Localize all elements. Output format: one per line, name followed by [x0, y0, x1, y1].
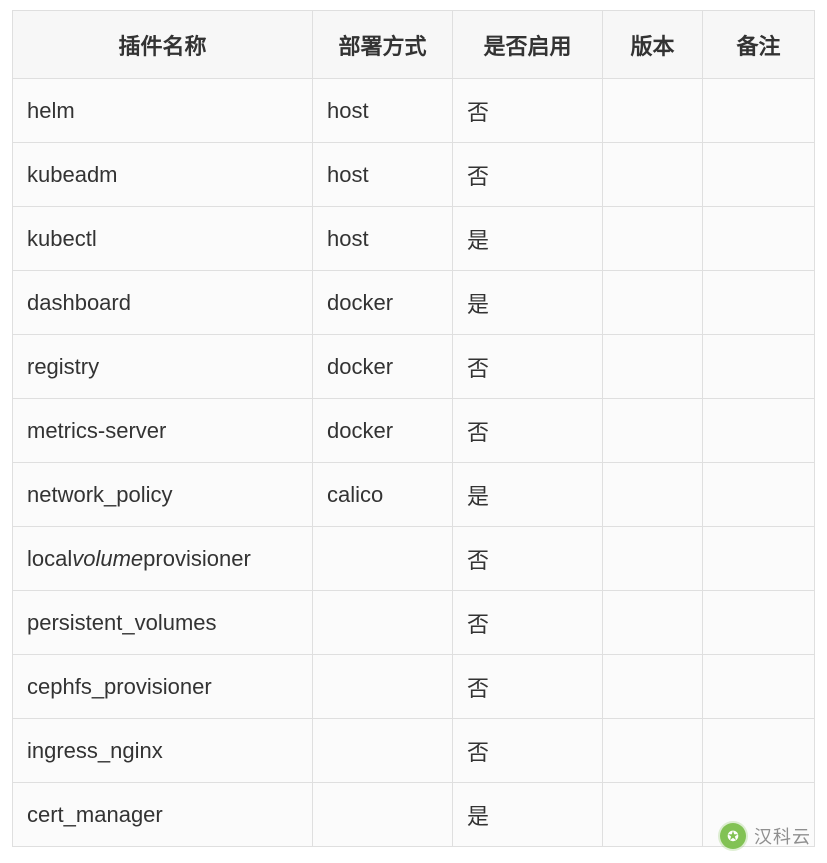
- table-body: helmhost否kubeadmhost否kubectlhost是dashboa…: [13, 79, 815, 847]
- cell-deploy: [313, 655, 453, 719]
- cell-enabled: 是: [453, 207, 603, 271]
- cell-notes: [703, 143, 815, 207]
- plugins-table: 插件名称 部署方式 是否启用 版本 备注 helmhost否kubeadmhos…: [12, 10, 815, 847]
- cell-version: [603, 271, 703, 335]
- cell-deploy: docker: [313, 399, 453, 463]
- cell-version: [603, 655, 703, 719]
- cell-deploy: calico: [313, 463, 453, 527]
- cell-enabled: 否: [453, 79, 603, 143]
- cell-deploy: host: [313, 143, 453, 207]
- table-row: persistent_volumes 否: [13, 591, 815, 655]
- cell-enabled: 否: [453, 527, 603, 591]
- cell-version: [603, 527, 703, 591]
- cell-enabled: 否: [453, 399, 603, 463]
- cell-notes: [703, 271, 815, 335]
- cell-enabled: 是: [453, 463, 603, 527]
- cell-enabled: 否: [453, 591, 603, 655]
- name-mid: volume: [72, 546, 143, 571]
- cell-notes: [703, 719, 815, 783]
- cell-version: [603, 143, 703, 207]
- cell-notes: [703, 655, 815, 719]
- name-post: provisioner: [143, 546, 251, 571]
- table-row: cephfs_provisioner 否: [13, 655, 815, 719]
- cell-notes: [703, 335, 815, 399]
- cell-notes: [703, 79, 815, 143]
- cell-notes: [703, 399, 815, 463]
- col-header-deploy: 部署方式: [313, 11, 453, 79]
- table-row: registrydocker否: [13, 335, 815, 399]
- col-header-name: 插件名称: [13, 11, 313, 79]
- cell-version: [603, 783, 703, 847]
- cell-plugin-name: cephfs_provisioner: [13, 655, 313, 719]
- cell-version: [603, 591, 703, 655]
- cell-enabled: 否: [453, 143, 603, 207]
- cell-deploy: [313, 527, 453, 591]
- table-row: network_policycalico是: [13, 463, 815, 527]
- cell-plugin-name: kubectl: [13, 207, 313, 271]
- cell-plugin-name: ingress_nginx: [13, 719, 313, 783]
- col-header-notes: 备注: [703, 11, 815, 79]
- wechat-icon: ✪: [720, 823, 746, 849]
- cell-deploy: host: [313, 79, 453, 143]
- cell-enabled: 否: [453, 335, 603, 399]
- table-row: kubectlhost是: [13, 207, 815, 271]
- cell-deploy: [313, 783, 453, 847]
- table-row: dashboarddocker是: [13, 271, 815, 335]
- cell-plugin-name: persistent_volumes: [13, 591, 313, 655]
- name-pre: local: [27, 546, 72, 571]
- table-row: cert_manager 是: [13, 783, 815, 847]
- cell-version: [603, 207, 703, 271]
- cell-enabled: 否: [453, 655, 603, 719]
- table-row: ingress_nginx 否: [13, 719, 815, 783]
- cell-notes: [703, 527, 815, 591]
- cell-plugin-name: localvolumeprovisioner: [13, 527, 313, 591]
- cell-notes: [703, 207, 815, 271]
- cell-notes: [703, 591, 815, 655]
- cell-deploy: docker: [313, 335, 453, 399]
- cell-version: [603, 463, 703, 527]
- table-row: localvolumeprovisioner 否: [13, 527, 815, 591]
- cell-enabled: 否: [453, 719, 603, 783]
- cell-deploy: [313, 719, 453, 783]
- cell-version: [603, 335, 703, 399]
- watermark-label: 汉科云: [754, 823, 811, 849]
- cell-plugin-name: helm: [13, 79, 313, 143]
- table-row: metrics-serverdocker否: [13, 399, 815, 463]
- cell-deploy: [313, 591, 453, 655]
- table-row: kubeadmhost否: [13, 143, 815, 207]
- cell-notes: [703, 463, 815, 527]
- watermark: ✪ 汉科云: [720, 823, 811, 849]
- cell-version: [603, 79, 703, 143]
- cell-plugin-name: network_policy: [13, 463, 313, 527]
- cell-deploy: docker: [313, 271, 453, 335]
- cell-version: [603, 399, 703, 463]
- cell-enabled: 是: [453, 271, 603, 335]
- cell-deploy: host: [313, 207, 453, 271]
- cell-plugin-name: metrics-server: [13, 399, 313, 463]
- cell-plugin-name: kubeadm: [13, 143, 313, 207]
- col-header-version: 版本: [603, 11, 703, 79]
- table-row: helmhost否: [13, 79, 815, 143]
- cell-plugin-name: cert_manager: [13, 783, 313, 847]
- cell-version: [603, 719, 703, 783]
- cell-plugin-name: dashboard: [13, 271, 313, 335]
- col-header-enabled: 是否启用: [453, 11, 603, 79]
- cell-enabled: 是: [453, 783, 603, 847]
- table-header-row: 插件名称 部署方式 是否启用 版本 备注: [13, 11, 815, 79]
- cell-plugin-name: registry: [13, 335, 313, 399]
